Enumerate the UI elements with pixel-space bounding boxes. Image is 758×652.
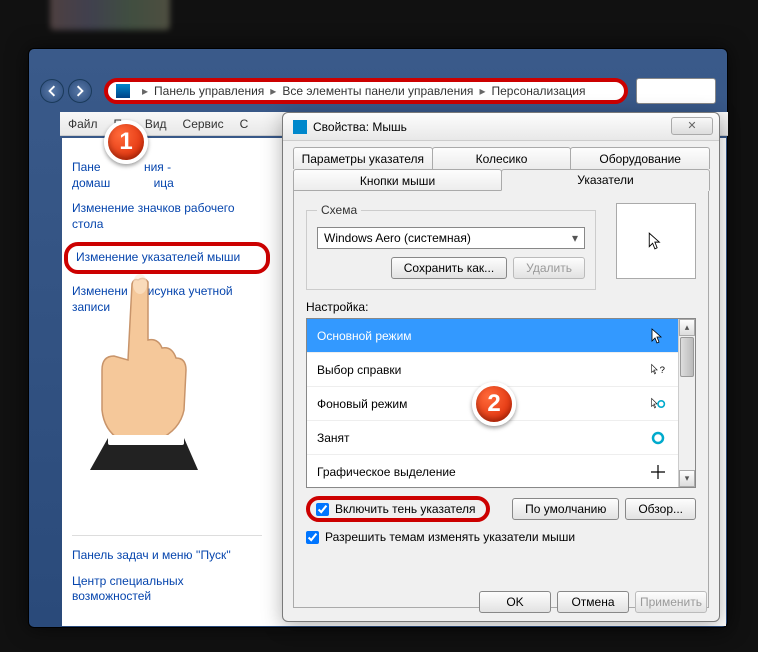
- breadcrumb-item[interactable]: Персонализация: [491, 84, 585, 98]
- mouse-properties-dialog: Свойства: Мышь ✕ Параметры указателя Кол…: [282, 112, 720, 622]
- apply-button: Применить: [635, 591, 707, 613]
- cursor-item-normal[interactable]: Основной режим: [307, 319, 678, 353]
- cursor-label: Занят: [317, 431, 350, 445]
- cursor-label: Графическое выделение: [317, 465, 456, 479]
- pointing-hand-illustration: [68, 270, 218, 470]
- sidebar-link-home[interactable]: Пане ния - домаш ица: [72, 160, 262, 191]
- tab-pointer-options[interactable]: Параметры указателя: [293, 147, 433, 169]
- defaults-button[interactable]: По умолчанию: [512, 498, 619, 520]
- sidebar-link-taskbar[interactable]: Панель задач и меню ''Пуск'': [72, 548, 262, 564]
- busy-cursor-icon: [648, 430, 668, 446]
- svg-text:?: ?: [660, 365, 665, 376]
- enable-shadow-checkbox[interactable]: [316, 503, 329, 516]
- nav-forward-button[interactable]: [68, 79, 92, 103]
- nav-bar: ▸ Панель управления ▸ Все элементы панел…: [28, 72, 728, 110]
- scroll-up-button[interactable]: ▴: [679, 319, 695, 336]
- dialog-titlebar: Свойства: Мышь ✕: [283, 113, 719, 141]
- menu-service[interactable]: Сервис: [183, 117, 224, 131]
- ok-button[interactable]: OK: [479, 591, 551, 613]
- shadow-checkbox-highlight: Включить тень указателя: [306, 496, 490, 522]
- scrollbar: ▴ ▾: [678, 319, 695, 487]
- settings-label: Настройка:: [306, 300, 696, 314]
- chevron-right-icon: ▸: [270, 84, 276, 98]
- tab-pointers[interactable]: Указатели: [501, 169, 710, 191]
- cursor-item-precision[interactable]: Графическое выделение: [307, 455, 678, 489]
- scheme-select[interactable]: Windows Aero (системная) ▾: [317, 227, 585, 249]
- arrow-cursor-icon: [648, 328, 668, 344]
- cursor-label: Фоновый режим: [317, 397, 407, 411]
- chevron-down-icon: ▾: [572, 231, 578, 245]
- browse-button[interactable]: Обзор...: [625, 498, 696, 520]
- working-cursor-icon: [648, 396, 668, 412]
- scheme-legend: Схема: [317, 203, 361, 217]
- tab-buttons[interactable]: Кнопки мыши: [293, 169, 502, 191]
- nav-back-button[interactable]: [40, 79, 64, 103]
- allow-themes-label: Разрешить темам изменять указатели мыши: [325, 530, 575, 544]
- allow-themes-checkbox[interactable]: [306, 531, 319, 544]
- save-as-button[interactable]: Сохранить как...: [391, 257, 507, 279]
- scheme-fieldset: Схема Windows Aero (системная) ▾ Сохрани…: [306, 203, 596, 290]
- help-cursor-icon: ?: [648, 362, 668, 378]
- breadcrumb: ▸ Панель управления ▸ Все элементы панел…: [104, 78, 628, 104]
- dialog-footer: OK Отмена Применить: [479, 591, 707, 613]
- chevron-right-icon: ▸: [479, 84, 485, 98]
- mouse-icon: [293, 120, 307, 134]
- search-input[interactable]: [636, 78, 716, 104]
- menu-item[interactable]: С: [240, 117, 249, 131]
- cursor-item-busy[interactable]: Занят: [307, 421, 678, 455]
- tab-wheel[interactable]: Колесико: [432, 147, 572, 169]
- cursor-label: Выбор справки: [317, 363, 401, 377]
- sidebar-link-accessibility[interactable]: Центр специальных возможностей: [72, 574, 262, 605]
- scheme-value: Windows Aero (системная): [324, 231, 471, 245]
- scroll-thumb[interactable]: [680, 337, 694, 377]
- breadcrumb-item[interactable]: Все элементы панели управления: [282, 84, 473, 98]
- breadcrumb-item[interactable]: Панель управления: [154, 84, 264, 98]
- callout-badge-1: 1: [104, 120, 148, 164]
- chevron-right-icon: ▸: [142, 84, 148, 98]
- close-button[interactable]: ✕: [671, 117, 713, 135]
- cursor-preview: [616, 203, 696, 279]
- callout-badge-2: 2: [472, 382, 516, 426]
- divider: [72, 535, 262, 536]
- precision-cursor-icon: [648, 464, 668, 480]
- cancel-button[interactable]: Отмена: [557, 591, 629, 613]
- scroll-down-button[interactable]: ▾: [679, 470, 695, 487]
- tab-hardware[interactable]: Оборудование: [570, 147, 710, 169]
- tab-container: Параметры указателя Колесико Оборудовани…: [293, 147, 709, 608]
- menu-file[interactable]: Файл: [68, 117, 98, 131]
- control-panel-icon: [116, 84, 130, 98]
- dialog-title: Свойства: Мышь: [313, 120, 407, 134]
- enable-shadow-label: Включить тень указателя: [335, 502, 476, 516]
- scroll-track[interactable]: [679, 378, 695, 470]
- cursor-label: Основной режим: [317, 329, 412, 343]
- menu-view[interactable]: Вид: [145, 117, 167, 131]
- delete-button: Удалить: [513, 257, 585, 279]
- sidebar-link-desktop-icons[interactable]: Изменение значков рабочего стола: [72, 201, 262, 232]
